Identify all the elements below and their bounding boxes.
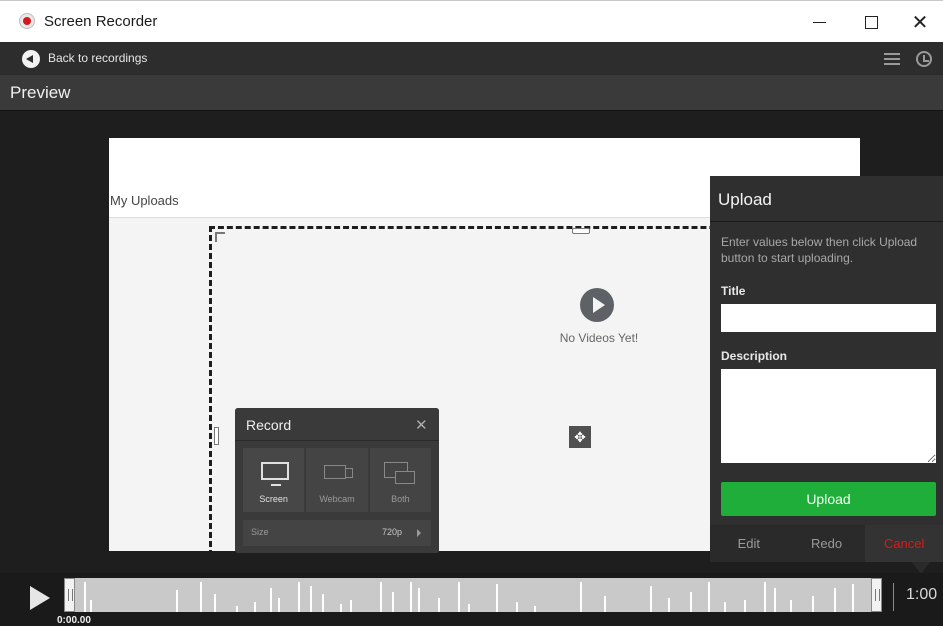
upload-button[interactable]: Upload: [721, 482, 936, 516]
upload-panel: Upload Enter values below then click Upl…: [710, 176, 943, 562]
record-source-options: Screen Webcam Both: [243, 448, 431, 512]
list-icon[interactable]: [884, 53, 900, 65]
duration-label: 1:00: [906, 586, 938, 603]
webcam-icon: [324, 465, 354, 479]
play-circle-icon: [580, 288, 614, 322]
record-app-icon: [19, 13, 35, 29]
title-bar: Screen Recorder ✕: [0, 0, 943, 42]
title-input[interactable]: [721, 304, 936, 332]
screen-and-webcam-icon: [383, 462, 415, 484]
webcam-option[interactable]: Webcam: [306, 448, 368, 512]
trim-end-handle[interactable]: [871, 578, 882, 612]
both-option-label: Both: [391, 494, 410, 504]
webcam-option-label: Webcam: [319, 494, 355, 504]
left-resize-handle[interactable]: [214, 427, 219, 445]
cancel-button[interactable]: Cancel: [865, 525, 943, 562]
size-selector[interactable]: Size 720p: [243, 520, 431, 546]
edit-button[interactable]: Edit: [710, 525, 788, 562]
redo-button[interactable]: Redo: [788, 525, 866, 562]
chevron-right-icon: [417, 529, 421, 537]
maximize-icon: [864, 15, 878, 29]
no-videos-message: No Videos Yet!: [559, 331, 639, 345]
both-option[interactable]: Both: [369, 448, 431, 512]
minimize-icon: [812, 21, 826, 23]
description-input[interactable]: [721, 369, 936, 463]
close-icon: ✕: [911, 11, 929, 34]
top-toolbar: Back to recordings: [0, 42, 943, 75]
screen-option[interactable]: Screen: [243, 448, 305, 512]
upload-footer: Edit Redo Cancel: [710, 525, 943, 562]
size-value: 720p: [382, 527, 403, 537]
description-field-label: Description: [721, 349, 788, 363]
preview-header: Preview: [0, 75, 943, 111]
upload-panel-header: Upload: [710, 176, 943, 222]
top-resize-handle[interactable]: [572, 228, 590, 234]
current-time-label: 0:00.00: [57, 615, 91, 626]
upload-instructions: Enter values below then click Upload but…: [721, 235, 918, 265]
maximize-button[interactable]: [848, 1, 894, 43]
window-title: Screen Recorder: [44, 13, 158, 30]
corner-handle-icon[interactable]: [215, 232, 225, 242]
history-icon[interactable]: [916, 51, 932, 67]
record-panel-header: Record ✕: [235, 408, 439, 441]
record-panel: Record ✕ Screen Webcam Both Size 720p: [235, 408, 439, 553]
close-icon[interactable]: ✕: [415, 416, 428, 434]
back-to-recordings-link[interactable]: Back to recordings: [48, 51, 147, 65]
screen-option-label: Screen: [259, 494, 288, 504]
preview-title: Preview: [10, 83, 71, 102]
back-arrow-icon[interactable]: [22, 50, 40, 68]
timeline-separator: [893, 583, 894, 611]
record-panel-title: Record: [246, 417, 292, 433]
audio-waveform: [64, 578, 882, 612]
monitor-icon: [261, 462, 289, 486]
move-icon[interactable]: ✥: [569, 426, 591, 448]
title-field-label: Title: [721, 284, 746, 298]
timeline-track[interactable]: [64, 578, 882, 612]
size-label: Size: [251, 527, 269, 537]
close-window-button[interactable]: ✕: [897, 1, 943, 43]
upload-panel-title: Upload: [718, 190, 772, 209]
my-uploads-heading: My Uploads: [110, 193, 179, 208]
minimize-button[interactable]: [796, 1, 842, 43]
trim-start-handle[interactable]: [64, 578, 75, 612]
play-icon[interactable]: [30, 586, 50, 610]
